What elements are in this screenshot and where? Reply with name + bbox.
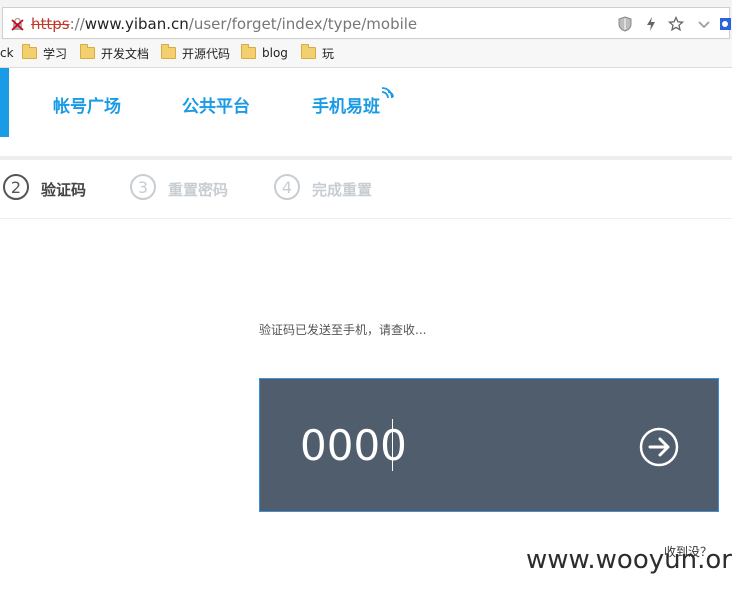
bookmark-truncated[interactable]: ck [0,46,14,60]
bookmark-label: 学习 [43,46,68,61]
browser-address-bar: https://www.yiban.cn/user/forget/index/t… [0,0,732,44]
bookmark-label: 开源代码 [182,46,231,61]
bookmark-open-source[interactable]: 开源代码 [161,44,231,61]
folder-icon [301,44,316,59]
folder-icon [80,44,95,59]
step-4-circle: 4 [274,174,300,200]
lightning-icon[interactable] [643,16,659,32]
verification-code-input[interactable] [300,417,600,473]
header-accent-bar [0,68,9,137]
step-3-circle: 3 [130,174,156,200]
url-scheme: https [31,15,70,33]
step-3-label: 重置密码 [168,181,229,199]
bookmark-label: blog [262,46,288,60]
url-text: https://www.yiban.cn/user/forget/index/t… [31,15,417,33]
verification-panel [259,378,719,512]
bookmark-dev-docs[interactable]: 开发文档 [80,44,150,61]
bookmark-study[interactable]: 学习 [22,44,68,61]
folder-icon [22,44,37,59]
bookmark-label: 开发文档 [101,46,150,61]
nav-account-plaza[interactable]: 帐号广场 [53,92,121,117]
bookmarks-bar: ck 学习 开发文档 开源代码 blog 玩 [0,40,732,68]
wifi-icon [381,87,394,99]
bookmark-blog[interactable]: blog [241,44,288,61]
chevron-down-icon[interactable] [696,16,712,32]
star-icon[interactable] [668,16,684,32]
step-2-circle: 2 [3,174,29,200]
step-2-label: 验证码 [41,181,87,199]
bookmark-label: 玩 [322,46,335,61]
url-path: /user/forget/index/type/mobile [188,15,418,33]
nav-mobile-yiban[interactable]: 手机易班 [312,92,380,117]
bookmark-play[interactable]: 玩 [301,44,335,61]
reset-steps: 2 验证码 3 重置密码 4 完成重置 [0,160,732,219]
submit-arrow-button[interactable] [638,426,680,468]
folder-icon [161,44,176,59]
url-field[interactable]: https://www.yiban.cn/user/forget/index/t… [2,7,731,39]
code-sent-hint: 验证码已发送至手机，请查收... [259,323,427,337]
folder-icon [241,44,256,59]
nav-public-platform[interactable]: 公共平台 [182,92,250,117]
text-caret [392,419,393,471]
url-separator: :// [69,15,85,33]
page: https://www.yiban.cn/user/forget/index/t… [0,0,732,590]
url-host: www.yiban.cn [84,15,189,33]
step-4-label: 完成重置 [312,181,373,199]
extension-icon[interactable] [719,16,731,32]
insecure-lock-icon [11,17,24,31]
shield-icon[interactable] [617,16,633,32]
site-header: 帐号广场 公共平台 手机易班 [0,68,732,158]
watermark: www.wooyun.org [526,545,732,575]
